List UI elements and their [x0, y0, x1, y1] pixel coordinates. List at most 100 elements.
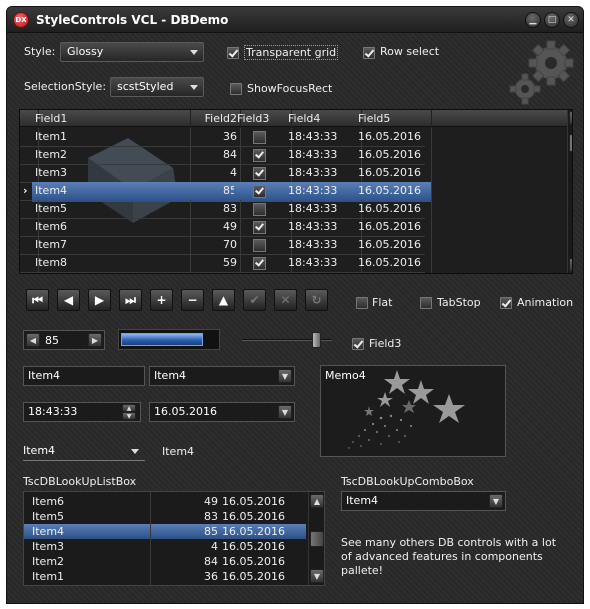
table-row[interactable]: Item2 84 18:43:33 16.05.2016 [20, 146, 432, 166]
cell-field4[interactable]: 18:43:33 [285, 200, 362, 220]
table-row[interactable]: Item1 36 18:43:33 16.05.2016 [20, 128, 432, 148]
cell-field2[interactable]: 59 [184, 254, 241, 273]
cell-field1[interactable]: Item7 [32, 236, 191, 256]
selection-style-combobox[interactable]: scstStyled [110, 77, 204, 97]
db-memo[interactable]: Memo4 [320, 365, 506, 457]
cell-field1[interactable]: Item2 [32, 146, 191, 166]
field3-cell-checkbox[interactable] [253, 167, 266, 180]
spin-decrease-button[interactable]: ◀ [26, 333, 40, 347]
cell-field5[interactable]: 16.05.2016 [355, 254, 432, 273]
list-item[interactable]: Item1 36 16.05.2016 [24, 569, 306, 584]
animation-checkbox[interactable] [500, 297, 512, 309]
close-button[interactable]: ✕ [563, 12, 579, 28]
time-up-button[interactable]: ▲ [122, 404, 136, 412]
combobox-dropdown-button[interactable]: ▼ [278, 369, 292, 383]
column-header-field2[interactable]: Field2 [184, 110, 241, 129]
column-header-field3[interactable]: Field3 [234, 110, 292, 129]
list-item[interactable]: Item3 4 16.05.2016 [24, 539, 306, 554]
spin-increase-button[interactable]: ▶ [88, 333, 102, 347]
cell-field2[interactable]: 85 [184, 182, 241, 202]
column-header-field5[interactable]: Field5 [355, 110, 432, 129]
list-item[interactable]: Item4 85 16.05.2016 [24, 524, 306, 539]
cell-field5[interactable]: 16.05.2016 [355, 236, 432, 256]
transparent-grid-checkbox[interactable] [227, 47, 239, 59]
time-spin[interactable]: ▲ ▼ [122, 404, 136, 420]
cell-field3[interactable] [234, 200, 292, 220]
field3-cell-checkbox[interactable] [253, 239, 266, 252]
table-row[interactable]: › Item4 85 18:43:33 16.05.2016 [20, 182, 432, 202]
nav-post-button[interactable]: ✔ [243, 289, 266, 311]
cell-field4[interactable]: 18:43:33 [285, 218, 362, 238]
lookup-combobox-dropdown-button[interactable]: ▼ [489, 494, 503, 508]
table-row[interactable]: Item7 70 18:43:33 16.05.2016 [20, 236, 432, 256]
style-combobox[interactable]: Glossy [60, 42, 204, 62]
cell-field3[interactable] [234, 128, 292, 148]
scroll-up-button[interactable]: ▲ [569, 111, 572, 125]
nav-insert-button[interactable]: + [150, 289, 173, 311]
field3-cell-checkbox[interactable] [253, 149, 266, 162]
field3-cell-checkbox[interactable] [253, 203, 266, 216]
scroll-down-button[interactable]: ▼ [310, 569, 324, 583]
field3-cell-checkbox[interactable] [253, 221, 266, 234]
cell-field4[interactable]: 18:43:33 [285, 182, 362, 202]
spin-edit[interactable]: ◀ 85 ▶ [23, 330, 105, 350]
nav-prior-button[interactable]: ◀ [57, 289, 80, 311]
cell-field4[interactable]: 18:43:33 [285, 254, 362, 273]
cell-field2[interactable]: 84 [184, 146, 241, 166]
lookup-combobox[interactable]: Item4 ▼ [341, 491, 506, 511]
show-focus-rect-checkbox[interactable] [230, 83, 242, 95]
cell-field1[interactable]: Item5 [32, 200, 191, 220]
cell-field3[interactable] [234, 254, 292, 273]
nav-cancel-button[interactable]: ✕ [274, 289, 297, 311]
cell-field4[interactable]: 18:43:33 [285, 236, 362, 256]
table-row[interactable]: Item3 4 18:43:33 16.05.2016 [20, 164, 432, 184]
cell-field5[interactable]: 16.05.2016 [355, 146, 432, 166]
db-edit[interactable]: Item4 [23, 366, 145, 386]
db-grid[interactable]: Field1 Field2 Field3 Field4 Field5 Item1… [19, 109, 573, 274]
list-item[interactable]: Item2 84 16.05.2016 [24, 554, 306, 569]
column-header-field4[interactable]: Field4 [285, 110, 362, 129]
list-item[interactable]: Item5 83 16.05.2016 [24, 509, 306, 524]
cell-field1[interactable]: Item6 [32, 218, 191, 238]
nav-refresh-button[interactable]: ↻ [305, 289, 328, 311]
listbox-scrollbar[interactable]: ▲ ▼ [308, 492, 324, 585]
date-dropdown-button[interactable]: ▼ [278, 405, 292, 419]
nav-next-button[interactable]: ▶ [88, 289, 111, 311]
cell-field5[interactable]: 16.05.2016 [355, 164, 432, 184]
cell-field1[interactable]: Item3 [32, 164, 191, 184]
cell-field2[interactable]: 4 [184, 164, 241, 184]
db-combobox[interactable]: Item4 ▼ [149, 366, 295, 386]
cell-field2[interactable]: 36 [184, 128, 241, 148]
scroll-thumb[interactable] [569, 134, 572, 152]
maximize-button[interactable]: □ [544, 12, 560, 28]
cell-field5[interactable]: 16.05.2016 [355, 182, 432, 202]
field3-cell-checkbox[interactable] [253, 257, 266, 270]
nav-first-button[interactable]: ⏮ [26, 289, 49, 311]
trackbar[interactable] [242, 332, 334, 348]
row-select-checkbox[interactable] [363, 47, 375, 59]
column-header-field1[interactable]: Field1 [32, 110, 191, 129]
cell-field1[interactable]: Item1 [32, 128, 191, 148]
cell-field4[interactable]: 18:43:33 [285, 164, 362, 184]
nav-delete-button[interactable]: − [181, 289, 204, 311]
scroll-down-button[interactable]: ▼ [569, 258, 572, 272]
date-edit[interactable]: 16.05.2016 ▼ [149, 402, 295, 422]
cell-field3[interactable] [234, 146, 292, 166]
cell-field3[interactable] [234, 182, 292, 202]
cell-field3[interactable] [234, 164, 292, 184]
time-down-button[interactable]: ▼ [122, 412, 136, 420]
title-bar[interactable]: DX StyleControls VCL - DBDemo ▁ □ ✕ [7, 7, 583, 33]
cell-field1[interactable]: Item8 [32, 254, 191, 273]
field3-checkbox[interactable] [352, 338, 364, 350]
table-row[interactable]: Item5 83 18:43:33 16.05.2016 [20, 200, 432, 220]
nav-edit-button[interactable]: ▲ [212, 289, 235, 311]
nav-last-button[interactable]: ⏭ [119, 289, 142, 311]
lookup-combo-small[interactable]: Item4 [23, 443, 145, 461]
minimize-button[interactable]: ▁ [525, 12, 541, 28]
cell-field5[interactable]: 16.05.2016 [355, 200, 432, 220]
cell-field2[interactable]: 83 [184, 200, 241, 220]
trackbar-thumb[interactable] [312, 332, 321, 348]
cell-field3[interactable] [234, 236, 292, 256]
cell-field2[interactable]: 70 [184, 236, 241, 256]
list-item[interactable]: Item6 49 16.05.2016 [24, 494, 306, 509]
